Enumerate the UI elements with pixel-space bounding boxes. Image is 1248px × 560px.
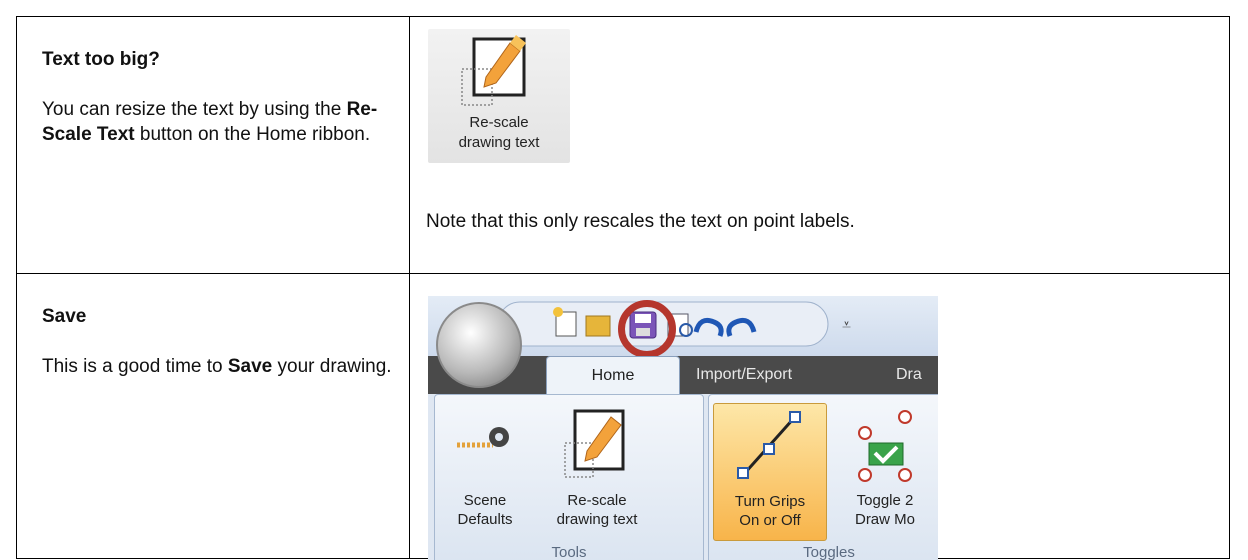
customize-qat-icon[interactable]: ⩡ [842, 315, 851, 334]
rescale-drawing-text-icon [461, 35, 526, 106]
illustration-cell: ⩡ Home Import/Export Dra Scene Defaults … [410, 274, 1229, 560]
toggle-draw-mode-button[interactable]: Toggle 2 Draw Mo [831, 403, 938, 533]
note-text: Note that this only rescales the text on… [426, 211, 855, 232]
scene-defaults-button[interactable]: Scene Defaults [439, 403, 531, 533]
ribbon-screenshot: ⩡ Home Import/Export Dra Scene Defaults … [428, 296, 938, 560]
rescale-drawing-text-button[interactable]: Re-scale drawing text [535, 403, 659, 533]
tools-group: Scene Defaults Re-scale drawing text Too… [434, 394, 704, 560]
emphasis: Save [227, 356, 273, 377]
rescale-drawing-text-icon [564, 409, 625, 478]
instruction-cell: Save This is a good time to Save your dr… [17, 274, 409, 558]
application-button[interactable] [436, 302, 522, 388]
instruction-table: Text too big? You can resize the text by… [16, 16, 1230, 560]
table-row: Save This is a good time to Save your dr… [16, 273, 1230, 560]
button-label: Re-scale drawing text [458, 114, 540, 151]
toggles-group: Turn Grips On or Off Toggle 2 Draw Mo To… [708, 394, 938, 560]
open-folder-icon[interactable] [585, 315, 611, 337]
illustration-cell: Re-scale drawing text Note that this onl… [410, 17, 1229, 274]
instruction-cell: Text too big? You can resize the text by… [17, 17, 409, 274]
tab-draw[interactable]: Dra [896, 366, 922, 384]
rescale-drawing-text-button[interactable]: Re-scale drawing text [428, 29, 570, 163]
save-highlight-ring [618, 300, 676, 358]
scene-defaults-icon [457, 427, 509, 448]
grips-icon [737, 411, 801, 479]
tab-import-export[interactable]: Import/Export [696, 366, 792, 384]
toggle-draw-mode-icon [858, 410, 912, 482]
step-body: This is a good time to Save your drawing… [42, 356, 392, 377]
group-label-toggles: Toggles [803, 544, 855, 560]
step-body: You can resize the text by using the Re-… [42, 99, 378, 145]
step-heading: Save [42, 306, 87, 327]
turn-grips-button[interactable]: Turn Grips On or Off [713, 403, 827, 541]
group-label-tools: Tools [551, 544, 587, 560]
step-heading: Text too big? [42, 49, 160, 70]
table-row: Text too big? You can resize the text by… [16, 16, 1230, 274]
tab-home[interactable]: Home [546, 356, 680, 397]
